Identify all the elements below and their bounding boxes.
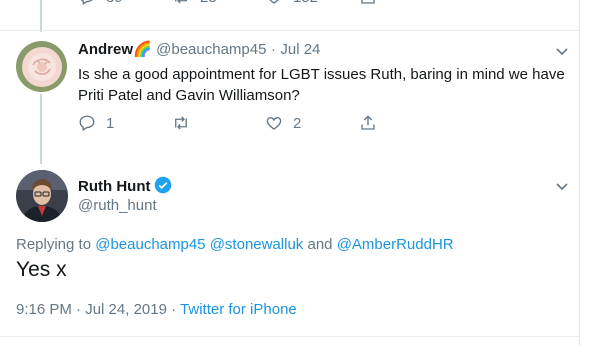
author-name-row[interactable]: Ruth Hunt xyxy=(78,176,172,196)
replying-to: Replying to @beauchamp45 @stonewalluk an… xyxy=(16,236,454,253)
more-options-button[interactable] xyxy=(555,43,569,61)
share-icon xyxy=(361,115,375,130)
retweet-action[interactable]: 28 xyxy=(172,0,217,6)
mention-link[interactable]: @AmberRuddHR xyxy=(337,236,454,253)
rose-avatar-image xyxy=(16,41,67,92)
retweet-action[interactable] xyxy=(172,114,190,132)
heart-icon xyxy=(269,0,279,4)
chevron-down-icon xyxy=(556,48,568,56)
tweet-divider xyxy=(0,30,579,31)
profile-avatar-image xyxy=(16,170,68,222)
reply-action[interactable]: 39 xyxy=(78,0,123,6)
reply-icon xyxy=(79,115,95,131)
chevron-down-icon xyxy=(556,183,568,191)
replying-to-label: Replying to xyxy=(16,236,92,253)
more-options-button[interactable] xyxy=(555,178,569,196)
display-name[interactable]: Ruth Hunt xyxy=(78,178,150,195)
reply-action[interactable]: 1 xyxy=(78,114,114,132)
mention-link[interactable]: @stonewalluk xyxy=(210,236,304,253)
reply-tweet-header: Andrew🌈 @beauchamp45 · Jul 24 xyxy=(78,40,320,59)
like-action[interactable]: 152 xyxy=(265,0,318,6)
separator: · xyxy=(76,301,82,318)
avatar[interactable] xyxy=(16,170,68,222)
tweet-date[interactable]: Jul 24, 2019 xyxy=(85,301,167,318)
retweet-icon xyxy=(175,0,187,4)
tweet-date[interactable]: Jul 24 xyxy=(280,41,320,58)
display-name[interactable]: Andrew🌈 xyxy=(78,41,152,58)
tweet-metadata: 9:16 PM · Jul 24, 2019 · Twitter for iPh… xyxy=(16,301,297,318)
share-action[interactable] xyxy=(359,0,377,6)
previous-tweet-actions: 39 28 152 xyxy=(0,0,560,8)
frame-border xyxy=(579,0,580,346)
verified-badge-icon xyxy=(155,176,172,194)
separator: · xyxy=(270,41,276,58)
like-count: 2 xyxy=(293,114,302,132)
reply-count: 39 xyxy=(106,0,123,6)
share-action[interactable] xyxy=(359,114,377,132)
like-action[interactable]: 2 xyxy=(265,114,301,132)
tweet-time[interactable]: 9:16 PM xyxy=(16,301,72,318)
thread-line-middle xyxy=(40,94,42,164)
reply-count: 1 xyxy=(106,114,115,132)
handle[interactable]: @ruth_hunt xyxy=(78,197,157,214)
and-word: and xyxy=(307,236,333,253)
like-count: 152 xyxy=(293,0,318,6)
tweet-text: Yes x xyxy=(16,258,67,281)
mention-link[interactable]: @beauchamp45 xyxy=(95,236,205,253)
separator: · xyxy=(171,301,177,318)
retweet-count: 28 xyxy=(200,0,217,6)
share-icon xyxy=(361,0,375,4)
avatar[interactable] xyxy=(16,41,67,92)
handle[interactable]: @beauchamp45 xyxy=(156,41,266,58)
tweet-divider xyxy=(0,336,579,337)
retweet-icon xyxy=(175,116,187,130)
heart-icon xyxy=(266,117,282,130)
tweet-source-link[interactable]: Twitter for iPhone xyxy=(180,301,297,318)
reply-icon xyxy=(80,0,93,5)
tweet-text: Is she a good appointment for LGBT issue… xyxy=(78,66,565,104)
